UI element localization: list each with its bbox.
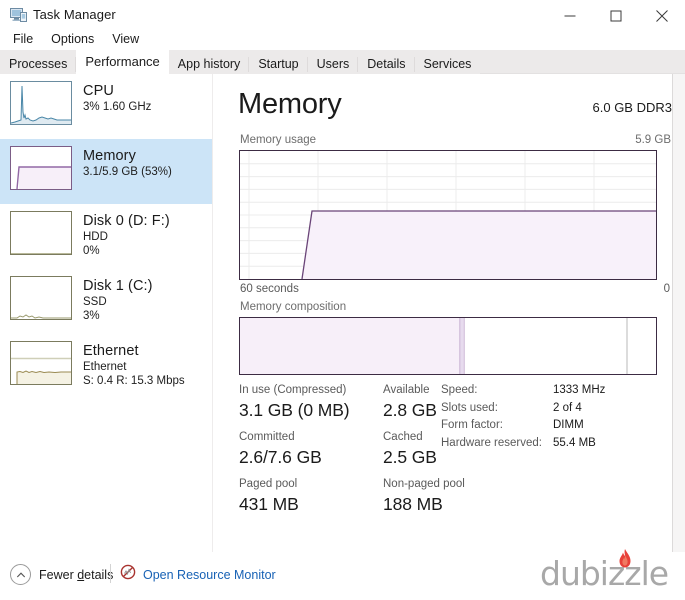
sidebar-item-disk-0-type: HDD: [83, 231, 108, 243]
open-resource-monitor-link[interactable]: Open Resource Monitor: [120, 564, 276, 585]
hw-slots-used: Slots used: 2 of 4: [441, 400, 661, 418]
footer-separator: [110, 564, 111, 583]
menu-file[interactable]: File: [4, 30, 42, 48]
sidebar-item-disk-0-label: Disk 0 (D: F:): [83, 213, 170, 229]
hw-speed-value: 1333 MHz: [553, 384, 606, 396]
sidebar-item-ethernet-throughput: S: 0.4 R: 15.3 Mbps: [83, 375, 185, 387]
fewer-details-button[interactable]: Fewer details: [10, 564, 113, 585]
tab-details[interactable]: Details: [358, 54, 415, 74]
chevron-up-icon: [10, 564, 31, 585]
tab-startup[interactable]: Startup: [249, 54, 308, 74]
tab-performance[interactable]: Performance: [76, 50, 169, 74]
sidebar-item-ethernet[interactable]: Ethernet Ethernet S: 0.4 R: 15.3 Mbps: [0, 334, 213, 399]
sidebar-item-disk-0-usage: 0%: [83, 245, 100, 257]
right-rail-divider: [672, 74, 673, 600]
stat-committed: Committed 2.6/7.6 GB: [239, 429, 389, 470]
stat-paged-pool-value: 431 MB: [239, 494, 299, 514]
menu-view[interactable]: View: [103, 30, 148, 48]
disk-1-thumbnail-graph: [10, 276, 72, 320]
sidebar-item-disk-1[interactable]: Disk 1 (C:) SSD 3%: [0, 269, 213, 334]
sidebar-item-cpu-label: CPU: [83, 83, 114, 99]
right-rail: [672, 74, 685, 600]
sidebar-item-cpu-stats: 3% 1.60 GHz: [83, 101, 152, 113]
stat-committed-caption: Committed: [239, 431, 295, 443]
window-title: Task Manager: [33, 7, 116, 22]
hw-speed-caption: Speed:: [441, 384, 478, 396]
memory-composition-bar: [239, 317, 657, 375]
page-title: Memory: [238, 88, 342, 120]
resource-monitor-icon: [120, 564, 136, 585]
sidebar-divider: [212, 74, 213, 552]
hw-speed: Speed: 1333 MHz: [441, 382, 661, 400]
stats-column-left: In use (Compressed) 3.1 GB (0 MB) Commit…: [239, 382, 389, 523]
memory-hardware-summary: 6.0 GB DDR3: [592, 100, 672, 115]
sidebar-item-cpu[interactable]: CPU 3% 1.60 GHz: [0, 74, 213, 139]
task-manager-icon: [10, 7, 27, 23]
memory-composition-label: Memory composition: [240, 301, 347, 313]
graph-time-end: 0: [663, 283, 670, 295]
memory-hardware-details: Speed: 1333 MHz Slots used: 2 of 4 Form …: [441, 382, 661, 452]
hw-hardware-reserved-caption: Hardware reserved:: [441, 436, 542, 449]
stat-paged-pool: Paged pool 431 MB: [239, 476, 389, 517]
sidebar-item-ethernet-type: Ethernet: [83, 361, 127, 373]
menu-options[interactable]: Options: [42, 30, 103, 48]
open-resource-monitor-label: Open Resource Monitor: [143, 567, 276, 582]
disk-0-thumbnail-graph: [10, 211, 72, 255]
sidebar-item-disk-1-type: SSD: [83, 296, 107, 308]
hw-hardware-reserved-value: 55.4 MB: [553, 436, 596, 449]
memory-usage-graph: [239, 150, 657, 280]
memory-usage-max: 5.9 GB: [635, 134, 671, 146]
sidebar-item-ethernet-text: Ethernet Ethernet S: 0.4 R: 15.3 Mbps: [83, 341, 185, 388]
content-area: CPU 3% 1.60 GHz Memory 3.1/5.9 GB (53%): [0, 74, 685, 600]
fewer-details-pre: Fewer: [39, 567, 78, 582]
sidebar-item-disk-1-label: Disk 1 (C:): [83, 278, 153, 294]
minimize-icon[interactable]: [547, 0, 593, 32]
stat-in-use: In use (Compressed) 3.1 GB (0 MB): [239, 382, 389, 423]
memory-thumbnail-graph: [10, 146, 72, 190]
sidebar-item-disk-1-usage: 3%: [83, 310, 100, 322]
sidebar-item-memory-label: Memory: [83, 148, 136, 164]
sidebar-item-memory-text: Memory 3.1/5.9 GB (53%): [83, 146, 172, 179]
hw-form-factor-value: DIMM: [553, 419, 584, 431]
hw-slots-used-value: 2 of 4: [553, 401, 582, 414]
sidebar-item-memory[interactable]: Memory 3.1/5.9 GB (53%): [0, 139, 213, 204]
close-icon[interactable]: [639, 0, 685, 32]
task-manager-window: Task Manager File Options View Processes…: [0, 0, 685, 600]
sidebar-item-disk-0[interactable]: Disk 0 (D: F:) HDD 0%: [0, 204, 213, 269]
menu-bar: File Options View: [0, 28, 148, 50]
resource-sidebar: CPU 3% 1.60 GHz Memory 3.1/5.9 GB (53%): [0, 74, 213, 552]
sidebar-item-disk-1-text: Disk 1 (C:) SSD 3%: [83, 276, 153, 323]
sidebar-item-ethernet-label: Ethernet: [83, 343, 139, 359]
hw-hardware-reserved: Hardware reserved: 55.4 MB: [441, 435, 661, 453]
memory-detail-panel: Memory 6.0 GB DDR3 Memory usage 5.9 GB 6…: [226, 74, 672, 552]
tab-services[interactable]: Services: [414, 54, 481, 74]
tab-app-history[interactable]: App history: [168, 54, 250, 74]
stat-committed-value: 2.6/7.6 GB: [239, 447, 322, 467]
stat-non-paged-pool-caption: Non-paged pool: [383, 478, 465, 490]
footer-bar: Fewer details Open Resource Monitor: [0, 552, 685, 600]
hw-slots-used-caption: Slots used:: [441, 401, 498, 414]
cpu-thumbnail-graph: [10, 81, 72, 125]
graph-time-start: 60 seconds: [240, 283, 299, 295]
sidebar-item-disk-0-text: Disk 0 (D: F:) HDD 0%: [83, 211, 170, 258]
ethernet-thumbnail-graph: [10, 341, 72, 385]
memory-usage-label: Memory usage: [240, 134, 317, 146]
sidebar-item-cpu-text: CPU 3% 1.60 GHz: [83, 81, 151, 114]
hw-form-factor-caption: Form factor:: [441, 419, 503, 431]
stat-in-use-value: 3.1 GB (0 MB): [239, 400, 350, 420]
stat-non-paged-pool: Non-paged pool 188 MB: [383, 476, 503, 517]
tab-users[interactable]: Users: [307, 54, 359, 74]
maximize-icon[interactable]: [593, 0, 639, 32]
fewer-details-post: etails: [84, 567, 114, 582]
stat-in-use-caption: In use (Compressed): [239, 384, 347, 396]
tab-processes[interactable]: Processes: [0, 54, 77, 74]
stat-paged-pool-caption: Paged pool: [239, 478, 298, 490]
sidebar-item-memory-stats: 3.1/5.9 GB (53%): [83, 166, 172, 178]
fewer-details-label: Fewer details: [39, 568, 113, 582]
tab-strip: Processes Performance App history Startu…: [0, 50, 481, 74]
hw-form-factor: Form factor: DIMM: [441, 417, 661, 435]
stat-non-paged-pool-value: 188 MB: [383, 494, 443, 514]
